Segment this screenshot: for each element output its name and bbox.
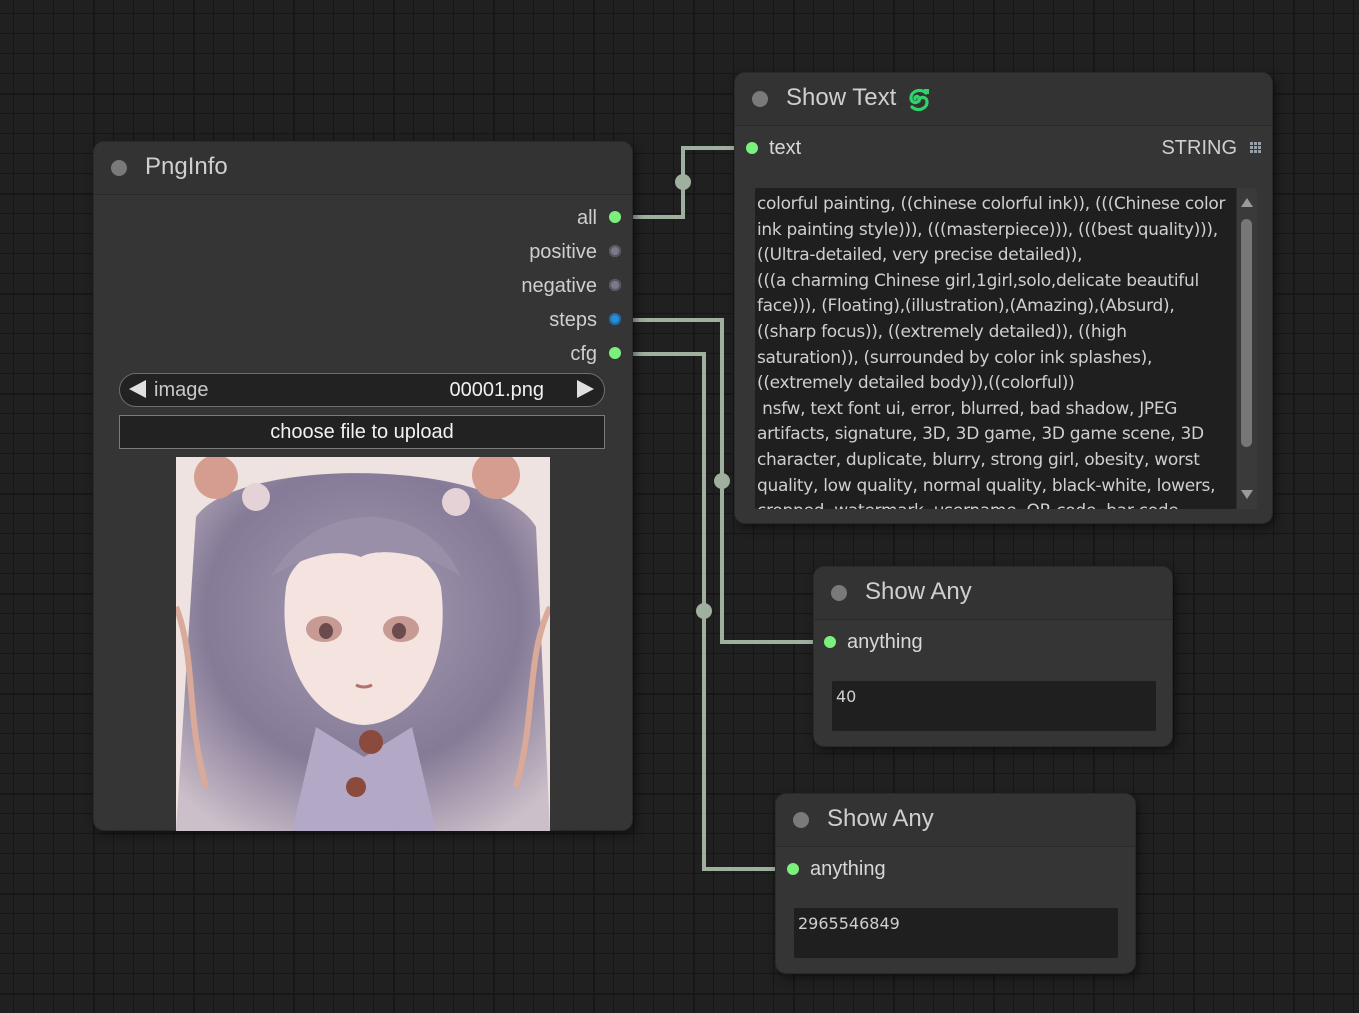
- node-title: Show Any: [865, 578, 972, 605]
- triangle-left-icon[interactable]: [129, 380, 146, 398]
- text-output-content[interactable]: colorful painting, ((chinese colorful in…: [757, 192, 1231, 509]
- collapse-dot[interactable]: [111, 160, 127, 176]
- input-slot-anything[interactable]: [787, 863, 799, 875]
- input-slot-text[interactable]: [746, 142, 758, 154]
- output-slot-steps[interactable]: [609, 313, 621, 325]
- triangle-right-icon[interactable]: [577, 380, 594, 398]
- combo-value: 00001.png: [449, 379, 544, 401]
- link-midpoint: [696, 603, 712, 619]
- output-slot-all[interactable]: [609, 211, 621, 223]
- node-title-bar[interactable]: Show Text: [735, 73, 1272, 126]
- value-text: 40: [836, 687, 857, 706]
- scroll-up-icon[interactable]: [1241, 198, 1253, 207]
- output-label-negative: negative: [521, 275, 597, 297]
- output-label-steps: steps: [549, 309, 597, 331]
- combo-label: image: [154, 379, 209, 401]
- collapse-dot[interactable]: [752, 91, 768, 107]
- show-any-node-1[interactable]: Show Any anything 40: [814, 567, 1172, 746]
- scrollbar-thumb[interactable]: [1241, 219, 1252, 447]
- node-title: Show Text: [786, 84, 897, 111]
- link-midpoint: [714, 473, 730, 489]
- output-label-cfg: cfg: [570, 343, 597, 365]
- output-slot-negative[interactable]: [609, 279, 621, 291]
- image-preview: [176, 457, 550, 831]
- link-midpoint: [675, 174, 691, 190]
- scrollbar[interactable]: [1236, 188, 1257, 509]
- text-output-area[interactable]: colorful painting, ((chinese colorful in…: [755, 188, 1257, 509]
- show-any-node-2[interactable]: Show Any anything 2965546849: [776, 794, 1135, 973]
- custom-node-snake-icon: [909, 88, 929, 112]
- image-combo-widget[interactable]: image 00001.png: [119, 373, 605, 407]
- input-label-text: text: [769, 137, 802, 159]
- input-label-anything: anything: [847, 631, 923, 653]
- output-slot-positive[interactable]: [609, 245, 621, 257]
- value-display[interactable]: 2965546849: [794, 908, 1118, 958]
- upload-button[interactable]: choose file to upload: [119, 415, 605, 449]
- output-label-all: all: [576, 207, 597, 229]
- pnginfo-node[interactable]: PngInfo all positive negative steps cfg …: [94, 142, 632, 831]
- node-title: PngInfo: [145, 153, 228, 180]
- node-title: Show Any: [827, 805, 934, 832]
- value-text: 2965546849: [798, 914, 900, 933]
- show-text-node[interactable]: Show Text text STRING colorful painting,…: [735, 73, 1272, 523]
- collapse-dot[interactable]: [831, 585, 847, 601]
- output-slot-cfg[interactable]: [609, 347, 621, 359]
- output-label-positive: positive: [529, 241, 597, 263]
- value-display[interactable]: 40: [832, 681, 1156, 731]
- node-title-bar[interactable]: Show Any: [776, 794, 1135, 847]
- node-title-bar[interactable]: PngInfo: [94, 142, 632, 195]
- type-label: STRING: [1161, 137, 1237, 159]
- collapse-dot[interactable]: [793, 812, 809, 828]
- input-slot-anything[interactable]: [824, 636, 836, 648]
- node-title-bar[interactable]: Show Any: [814, 567, 1172, 620]
- scroll-down-icon[interactable]: [1241, 490, 1253, 499]
- illustration-image: [176, 457, 550, 831]
- link-all-to-text: [615, 146, 751, 219]
- input-label-anything: anything: [810, 858, 886, 880]
- grid-icon[interactable]: [1250, 142, 1262, 154]
